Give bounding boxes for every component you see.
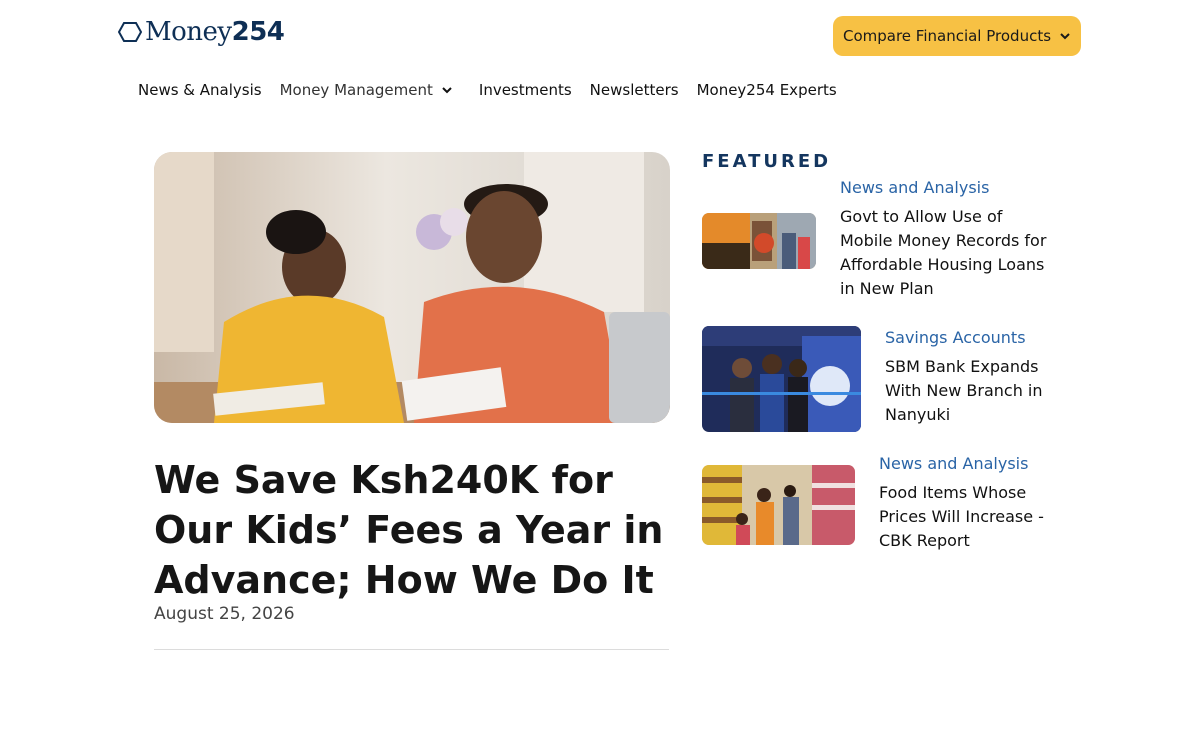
nav-newsletters[interactable]: Newsletters [590, 81, 679, 99]
compare-button-label: Compare Financial Products [842, 27, 1052, 45]
nav-money-management[interactable]: Money Management [280, 81, 453, 99]
hero-article-title[interactable]: We Save Ksh240K for Our Kids’ Fees a Yea… [154, 455, 674, 605]
main-nav: News & Analysis Money Management Investm… [138, 81, 837, 99]
nav-money-management-label: Money Management [279, 81, 433, 99]
hero-article-date: August 25, 2026 [154, 604, 295, 624]
compare-financial-products-button[interactable]: Compare Financial Products [833, 16, 1081, 56]
hero-article-image[interactable] [154, 152, 670, 423]
nav-investments[interactable]: Investments [479, 81, 572, 99]
featured-item-1-title[interactable]: Govt to Allow Use of Mobile Money Record… [840, 205, 1055, 301]
logo-wordmark: Money254 [145, 17, 285, 47]
chevron-down-icon [1060, 33, 1070, 40]
featured-heading: FEATURED [702, 151, 832, 172]
divider [154, 649, 669, 650]
featured-item-2-image[interactable] [702, 326, 861, 432]
site-logo[interactable]: Money254 [118, 17, 285, 47]
featured-item-1-image[interactable] [702, 213, 816, 269]
featured-item-1-category[interactable]: News and Analysis [840, 178, 989, 197]
featured-item-3-category[interactable]: News and Analysis [879, 454, 1028, 473]
chevron-down-icon [442, 87, 452, 94]
logo-number: 254 [231, 17, 285, 47]
featured-item-2-title[interactable]: SBM Bank Expands With New Branch in Nany… [885, 355, 1055, 427]
nav-news-analysis[interactable]: News & Analysis [138, 81, 262, 99]
featured-item-2-category[interactable]: Savings Accounts [885, 328, 1026, 347]
featured-item-3-image[interactable] [702, 465, 855, 545]
featured-item-3-title[interactable]: Food Items Whose Prices Will Increase - … [879, 481, 1049, 553]
logo-word: Money [145, 17, 232, 47]
hexagon-logo-icon [118, 22, 142, 42]
nav-money254-experts[interactable]: Money254 Experts [697, 81, 837, 99]
